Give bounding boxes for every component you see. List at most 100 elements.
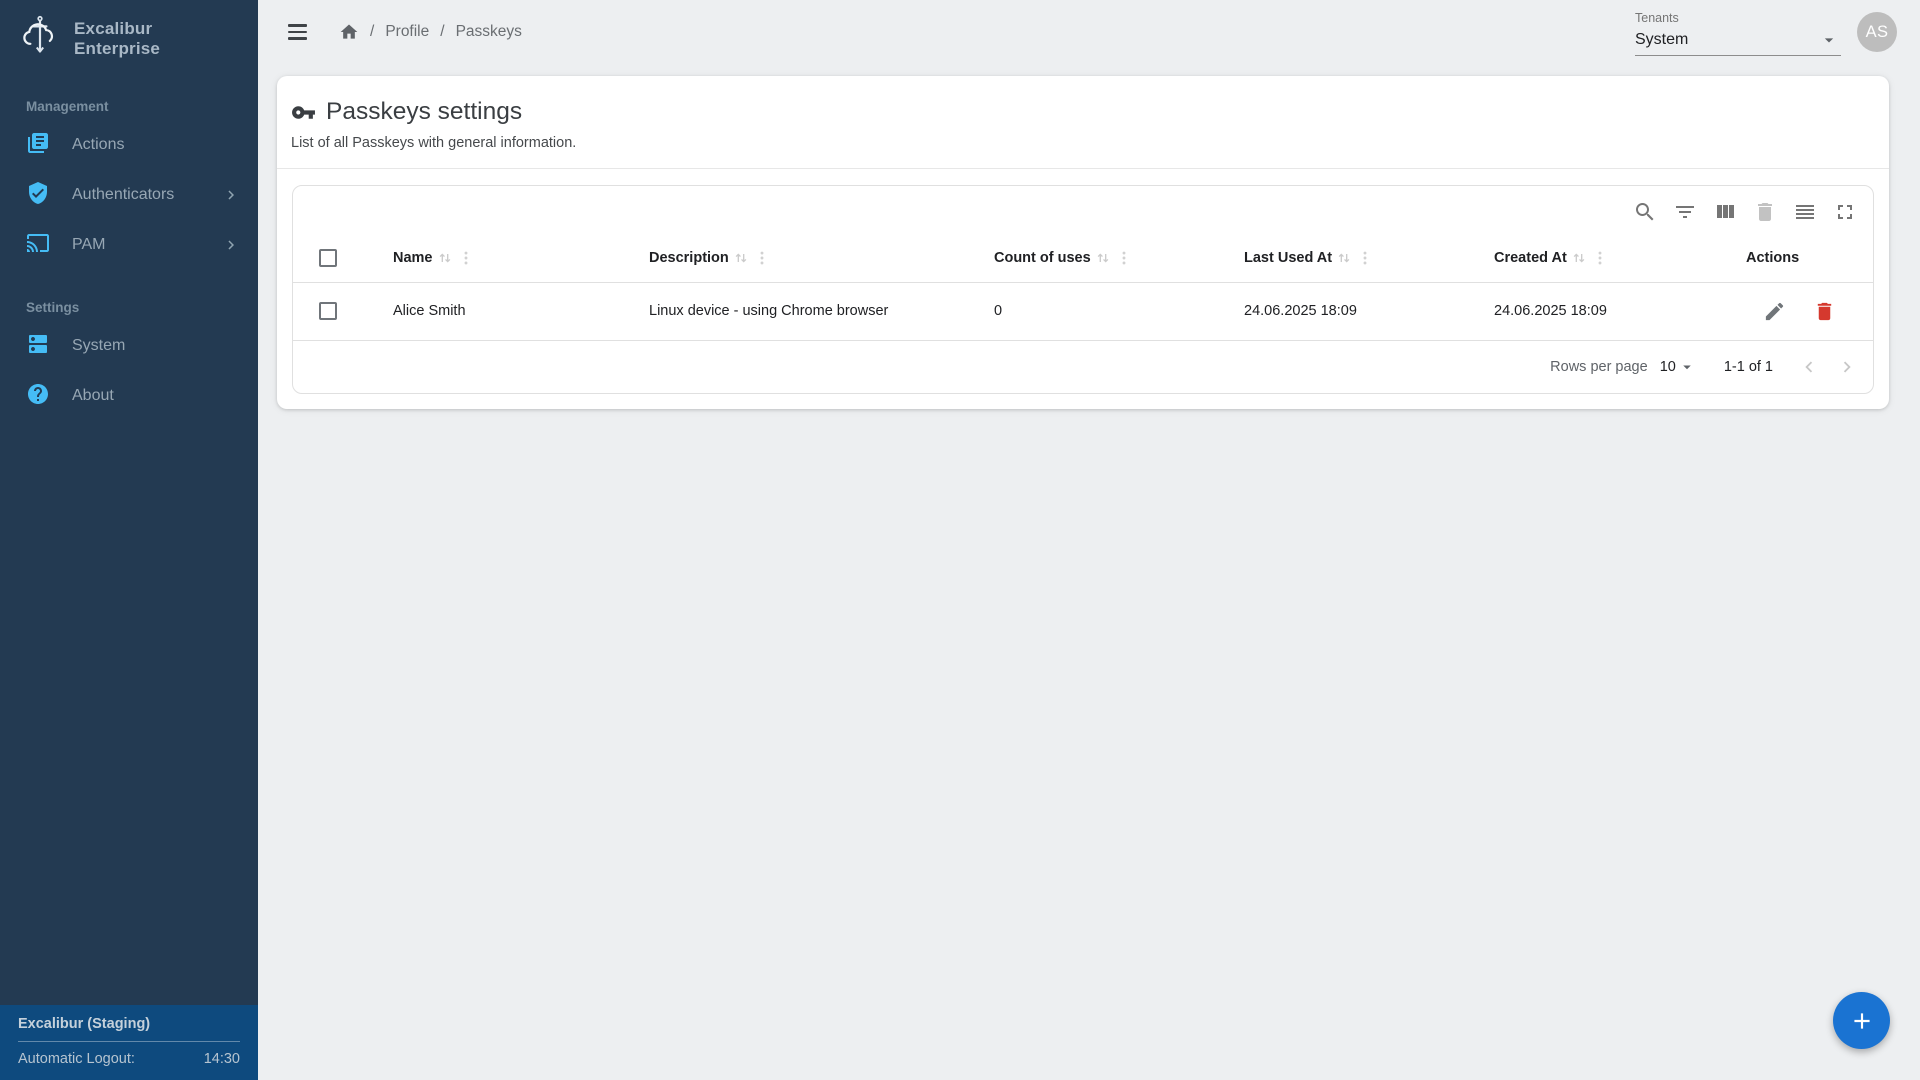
columns-button[interactable]: [1713, 200, 1737, 224]
sort-icon[interactable]: [436, 249, 454, 267]
fullscreen-icon: [1833, 200, 1857, 224]
column-menu-icon[interactable]: [1356, 249, 1374, 267]
home-icon[interactable]: [339, 22, 359, 42]
page-title: Passkeys settings: [326, 98, 522, 126]
column-header-count-of-uses[interactable]: Count of uses: [978, 234, 1228, 282]
tenants-select[interactable]: Tenants System: [1635, 9, 1841, 56]
auto-logout-label: Automatic Logout:: [18, 1051, 135, 1067]
sort-icon[interactable]: [1094, 249, 1112, 267]
nav-section-settings: Settings: [0, 270, 258, 321]
nav-section-management: Management: [0, 73, 258, 120]
dns-icon: [26, 332, 50, 361]
plus-icon: [1849, 1008, 1875, 1034]
environment-label: Excalibur (Staging): [18, 1016, 240, 1042]
passkeys-table: Name Description: [293, 234, 1873, 341]
avatar[interactable]: AS: [1857, 12, 1897, 52]
column-header-last-used-at[interactable]: Last Used At: [1228, 234, 1478, 282]
breadcrumb: / Profile / Passkeys: [339, 22, 522, 42]
tenants-value: System: [1635, 31, 1688, 49]
menu-toggle-button[interactable]: [288, 20, 312, 44]
cell-count-of-uses: 0: [978, 282, 1228, 340]
shield-check-icon: [26, 181, 50, 210]
passkeys-card: Passkeys settings List of all Passkeys w…: [277, 76, 1889, 409]
sidebar-footer: Excalibur (Staging) Automatic Logout: 14…: [0, 1005, 258, 1080]
breadcrumb-item-profile[interactable]: Profile: [385, 23, 429, 41]
chevron-right-icon: [222, 186, 240, 204]
auto-logout-timer: 14:30: [204, 1051, 240, 1067]
sidebar-item-label: About: [72, 387, 114, 405]
density-icon: [1793, 200, 1817, 224]
table-pagination: Rows per page 10 1-1 of 1: [293, 341, 1873, 393]
chevron-right-icon: [1836, 356, 1858, 378]
column-header-actions: Actions: [1728, 234, 1873, 282]
cell-created-at: 24.06.2025 18:09: [1478, 282, 1728, 340]
column-header-created-at[interactable]: Created At: [1478, 234, 1728, 282]
select-all-checkbox[interactable]: [319, 249, 337, 267]
key-icon: [291, 100, 316, 125]
column-menu-icon[interactable]: [1591, 249, 1609, 267]
sidebar-item-label: PAM: [72, 236, 105, 254]
sidebar-item-label: Actions: [72, 136, 124, 154]
breadcrumb-separator: /: [440, 23, 444, 41]
library-books-icon: [26, 131, 50, 160]
rows-per-page-select[interactable]: 10: [1660, 358, 1696, 376]
table-row: Alice Smith Linux device - using Chrome …: [293, 282, 1873, 340]
next-page-button[interactable]: [1835, 355, 1859, 379]
dropdown-arrow-icon: [1819, 30, 1839, 50]
breadcrumb-separator: /: [370, 23, 374, 41]
row-checkbox[interactable]: [319, 302, 337, 320]
table-header-row: Name Description: [293, 234, 1873, 282]
sidebar-item-actions[interactable]: Actions: [0, 120, 258, 170]
trash-icon: [1753, 200, 1777, 224]
sort-icon[interactable]: [1570, 249, 1588, 267]
sidebar-item-authenticators[interactable]: Authenticators: [0, 170, 258, 220]
cell-name: Alice Smith: [377, 282, 633, 340]
column-menu-icon[interactable]: [753, 249, 771, 267]
column-menu-icon[interactable]: [1115, 249, 1133, 267]
pagination-range: 1-1 of 1: [1724, 359, 1773, 375]
page-subtitle: List of all Passkeys with general inform…: [291, 135, 1873, 151]
main-content: / Profile / Passkeys Tenants System AS: [258, 0, 1920, 1080]
prev-page-button[interactable]: [1797, 355, 1821, 379]
table-toolbar: [293, 186, 1873, 234]
chevron-right-icon: [222, 236, 240, 254]
dropdown-arrow-icon: [1678, 358, 1696, 376]
sidebar-item-pam[interactable]: PAM: [0, 220, 258, 270]
sidebar: Excalibur Enterprise Management Actions …: [0, 0, 258, 1080]
density-button[interactable]: [1793, 200, 1817, 224]
column-header-name[interactable]: Name: [377, 234, 633, 282]
sidebar-item-about[interactable]: About: [0, 371, 258, 421]
rows-per-page-label: Rows per page: [1550, 359, 1648, 375]
fullscreen-button[interactable]: [1833, 200, 1857, 224]
filter-button[interactable]: [1673, 200, 1697, 224]
card-header: Passkeys settings List of all Passkeys w…: [277, 76, 1889, 168]
edit-icon: [1763, 300, 1786, 323]
card-divider: [277, 168, 1889, 169]
column-menu-icon[interactable]: [457, 249, 475, 267]
app-logo: Excalibur Enterprise: [0, 0, 258, 73]
topbar: / Profile / Passkeys Tenants System AS: [258, 0, 1920, 64]
trash-icon: [1813, 300, 1836, 323]
sort-icon[interactable]: [732, 249, 750, 267]
chevron-left-icon: [1798, 356, 1820, 378]
table-container: Name Description: [292, 185, 1874, 394]
cell-description: Linux device - using Chrome browser: [633, 282, 978, 340]
search-button[interactable]: [1633, 200, 1657, 224]
help-icon: [26, 382, 50, 411]
delete-selected-button[interactable]: [1753, 200, 1777, 224]
app-title: Excalibur Enterprise: [74, 19, 242, 59]
sidebar-item-system[interactable]: System: [0, 321, 258, 371]
sidebar-item-label: Authenticators: [72, 186, 174, 204]
breadcrumb-item-passkeys[interactable]: Passkeys: [456, 23, 522, 41]
sidebar-item-label: System: [72, 337, 125, 355]
tenants-label: Tenants: [1635, 11, 1841, 25]
search-icon: [1633, 200, 1657, 224]
add-passkey-button[interactable]: [1833, 992, 1890, 1049]
sort-icon[interactable]: [1335, 249, 1353, 267]
cell-last-used-at: 24.06.2025 18:09: [1228, 282, 1478, 340]
cloud-sword-icon: [18, 14, 62, 63]
edit-button[interactable]: [1762, 299, 1786, 323]
column-header-description[interactable]: Description: [633, 234, 978, 282]
cast-icon: [26, 231, 50, 260]
delete-row-button[interactable]: [1812, 299, 1836, 323]
